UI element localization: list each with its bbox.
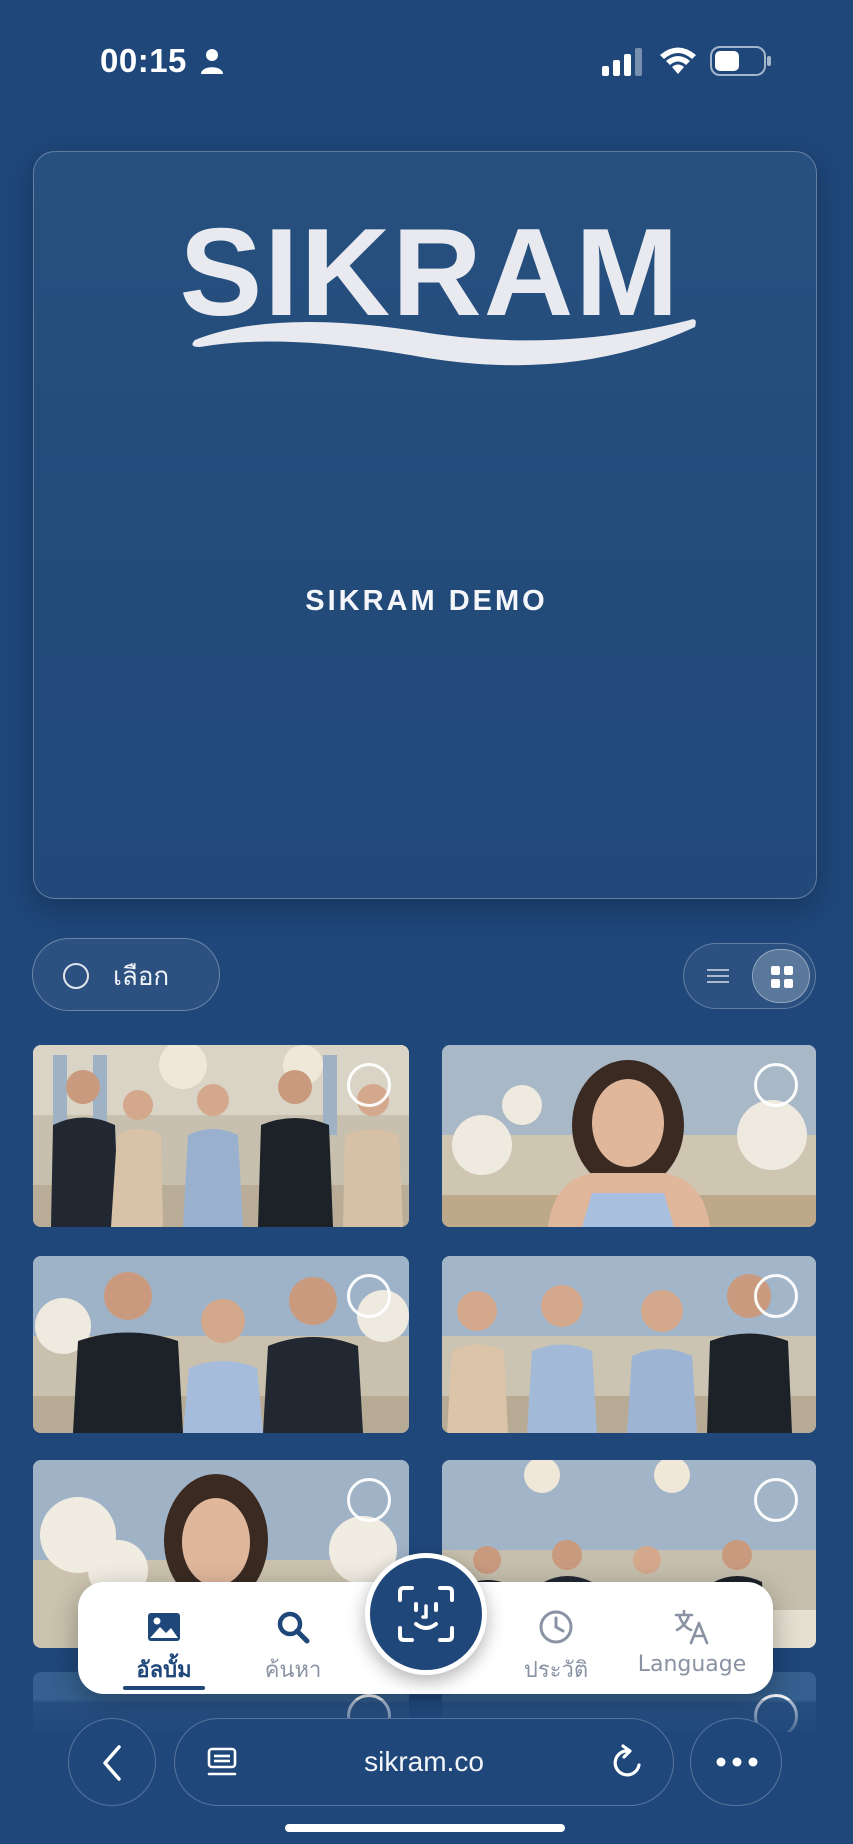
status-time: 00:15 <box>100 42 187 79</box>
image-icon <box>148 1613 180 1641</box>
select-circle-icon <box>63 963 89 989</box>
photo-tile[interactable] <box>442 1256 816 1433</box>
photo-select-checkbox[interactable] <box>347 1478 391 1522</box>
tab-language-label: Language <box>637 1652 747 1677</box>
battery-icon <box>710 46 771 76</box>
photo-select-checkbox[interactable] <box>754 1478 798 1522</box>
person-icon <box>201 49 223 74</box>
grid-view-icon <box>771 966 793 988</box>
more-options-button[interactable] <box>690 1718 782 1806</box>
clock-icon <box>539 1610 573 1644</box>
tab-language[interactable]: Language <box>626 1582 758 1694</box>
back-button[interactable] <box>68 1718 156 1806</box>
reload-icon[interactable] <box>609 1743 645 1781</box>
address-bar[interactable]: sikram.co <box>174 1718 674 1806</box>
active-tab-indicator <box>123 1686 205 1690</box>
photo-select-checkbox[interactable] <box>754 1063 798 1107</box>
view-toggle <box>683 943 816 1009</box>
tab-search[interactable]: ค้นหา <box>233 1582 353 1694</box>
translate-icon <box>674 1609 709 1645</box>
photo-tile[interactable] <box>33 1045 409 1227</box>
face-scan-button[interactable] <box>365 1553 487 1675</box>
tab-history-label: ประวัติ <box>523 1658 589 1683</box>
url-text: sikram.co <box>364 1746 484 1777</box>
list-view-icon[interactable] <box>698 956 738 996</box>
photo-tile[interactable] <box>33 1256 409 1433</box>
tab-search-label: ค้นหา <box>264 1658 322 1683</box>
album-title: SIKRAM DEMO <box>305 585 548 617</box>
more-dots-icon <box>716 1757 758 1767</box>
svg-text:SIKRAM: SIKRAM <box>179 204 680 342</box>
sikram-logo: SIKRAM <box>179 204 696 366</box>
status-bar: 00:15 <box>0 0 853 120</box>
photo-select-checkbox[interactable] <box>347 1063 391 1107</box>
tab-albums[interactable]: อัลบั้ม <box>104 1582 224 1694</box>
tab-albums-label: อัลบั้ม <box>136 1658 192 1683</box>
tab-history[interactable]: ประวัติ <box>496 1582 616 1694</box>
chevron-left-icon <box>103 1745 121 1781</box>
signal-icon <box>602 48 642 76</box>
wifi-icon <box>660 47 696 74</box>
grid-view-button[interactable] <box>752 949 810 1003</box>
select-button[interactable]: เลือก <box>32 938 220 1011</box>
photo-select-checkbox[interactable] <box>347 1274 391 1318</box>
face-scan-icon <box>398 1586 454 1642</box>
select-label: เลือก <box>113 962 170 992</box>
photo-select-checkbox[interactable] <box>754 1274 798 1318</box>
search-icon <box>277 1611 310 1644</box>
home-indicator <box>285 1824 565 1832</box>
photo-tile[interactable] <box>442 1045 816 1227</box>
